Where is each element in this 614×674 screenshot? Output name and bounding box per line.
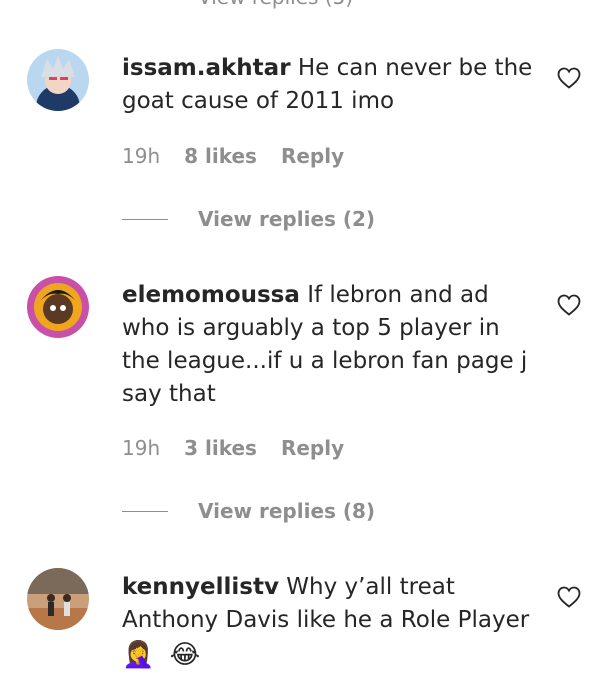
like-heart-icon[interactable] — [557, 586, 581, 608]
avatar-image — [27, 276, 89, 338]
view-replies-label: View replies (2) — [198, 207, 376, 231]
avatar[interactable] — [27, 49, 89, 111]
view-replies-label: View replies (8) — [198, 499, 376, 523]
laughing-emoji-icon: 😂 — [169, 640, 201, 670]
likes-count[interactable]: 3 likes — [184, 436, 257, 460]
like-heart-icon[interactable] — [557, 294, 581, 316]
likes-count[interactable]: 8 likes — [184, 144, 257, 168]
view-replies-button[interactable]: View replies (2) — [122, 207, 375, 231]
facepalm-emoji-icon: 🤦‍♀️ — [122, 640, 155, 670]
replies-divider — [122, 218, 168, 220]
avatar[interactable] — [27, 568, 89, 630]
comment-meta: 19h 8 likes Reply — [122, 144, 344, 168]
avatar[interactable] — [27, 276, 89, 338]
comment-time: 19h — [122, 436, 161, 460]
comment-text-block: issam.akhtar He can never be the goat ca… — [122, 52, 542, 118]
comment-time: 19h — [122, 144, 161, 168]
reply-button[interactable]: Reply — [281, 144, 344, 168]
username-link[interactable]: elemomoussa — [122, 282, 300, 308]
view-replies-partial[interactable]: View replies (5) — [0, 0, 614, 9]
comment-text-block: elemomoussa If lebron and ad who is argu… — [122, 279, 542, 411]
emoji-row: 🤦‍♀️ 😂 — [122, 639, 542, 673]
avatar-image — [27, 568, 89, 630]
view-replies-label: View replies (5) — [198, 0, 353, 9]
comment-meta: 19h 3 likes Reply — [122, 436, 344, 460]
like-heart-icon[interactable] — [557, 67, 581, 89]
username-link[interactable]: kennyellistv — [122, 574, 279, 600]
avatar-image — [27, 49, 89, 111]
comment-text-block: kennyellistv Why y’all treat Anthony Dav… — [122, 571, 542, 673]
replies-divider — [122, 510, 168, 512]
view-replies-button[interactable]: View replies (8) — [122, 499, 375, 523]
reply-button[interactable]: Reply — [281, 436, 344, 460]
username-link[interactable]: issam.akhtar — [122, 55, 291, 81]
